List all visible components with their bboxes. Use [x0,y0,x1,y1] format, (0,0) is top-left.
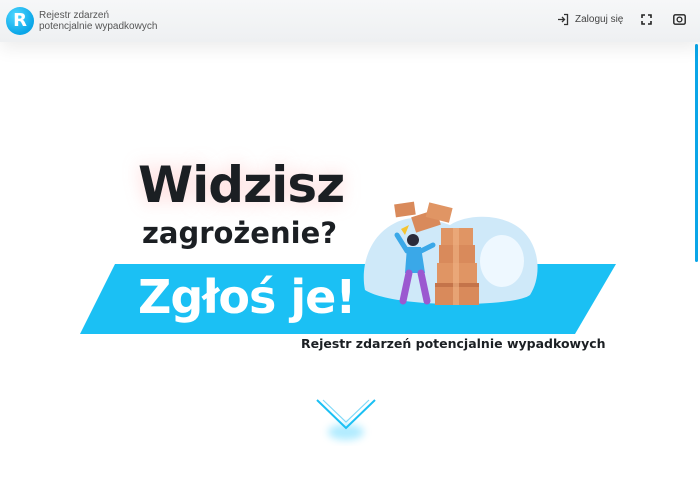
chevron-down-icon[interactable] [315,396,377,446]
logo-letter: R [13,10,27,31]
hero-title-line2: zagrożenie? [142,216,338,250]
fullscreen-icon[interactable] [641,14,652,25]
hero-title-line1: Widzisz [138,156,345,214]
currency-icon[interactable] [673,14,686,25]
brand-name[interactable]: Rejestr zdarzeń potencjalnie wypadkowych [39,10,157,32]
login-icon [558,13,569,26]
app-logo[interactable]: R [6,7,34,35]
hero-subtitle: Rejestr zdarzeń potencjalnie wypadkowych [301,336,606,351]
login-button[interactable]: Zaloguj się [557,13,623,26]
brand-line-1: Rejestr zdarzeń [39,10,110,21]
falling-boxes-illustration [363,201,538,305]
login-label: Zaloguj się [575,14,624,25]
hero-banner: Widzisz zagrożenie? Zgłoś je! Rejestr zd… [0,0,700,486]
brand-line-2: potencjalnie wypadkowych [39,21,158,32]
hero-title-line3: Zgłoś je! [138,270,356,324]
top-bar: R Rejestr zdarzeń potencjalnie wypadkowy… [0,0,700,42]
